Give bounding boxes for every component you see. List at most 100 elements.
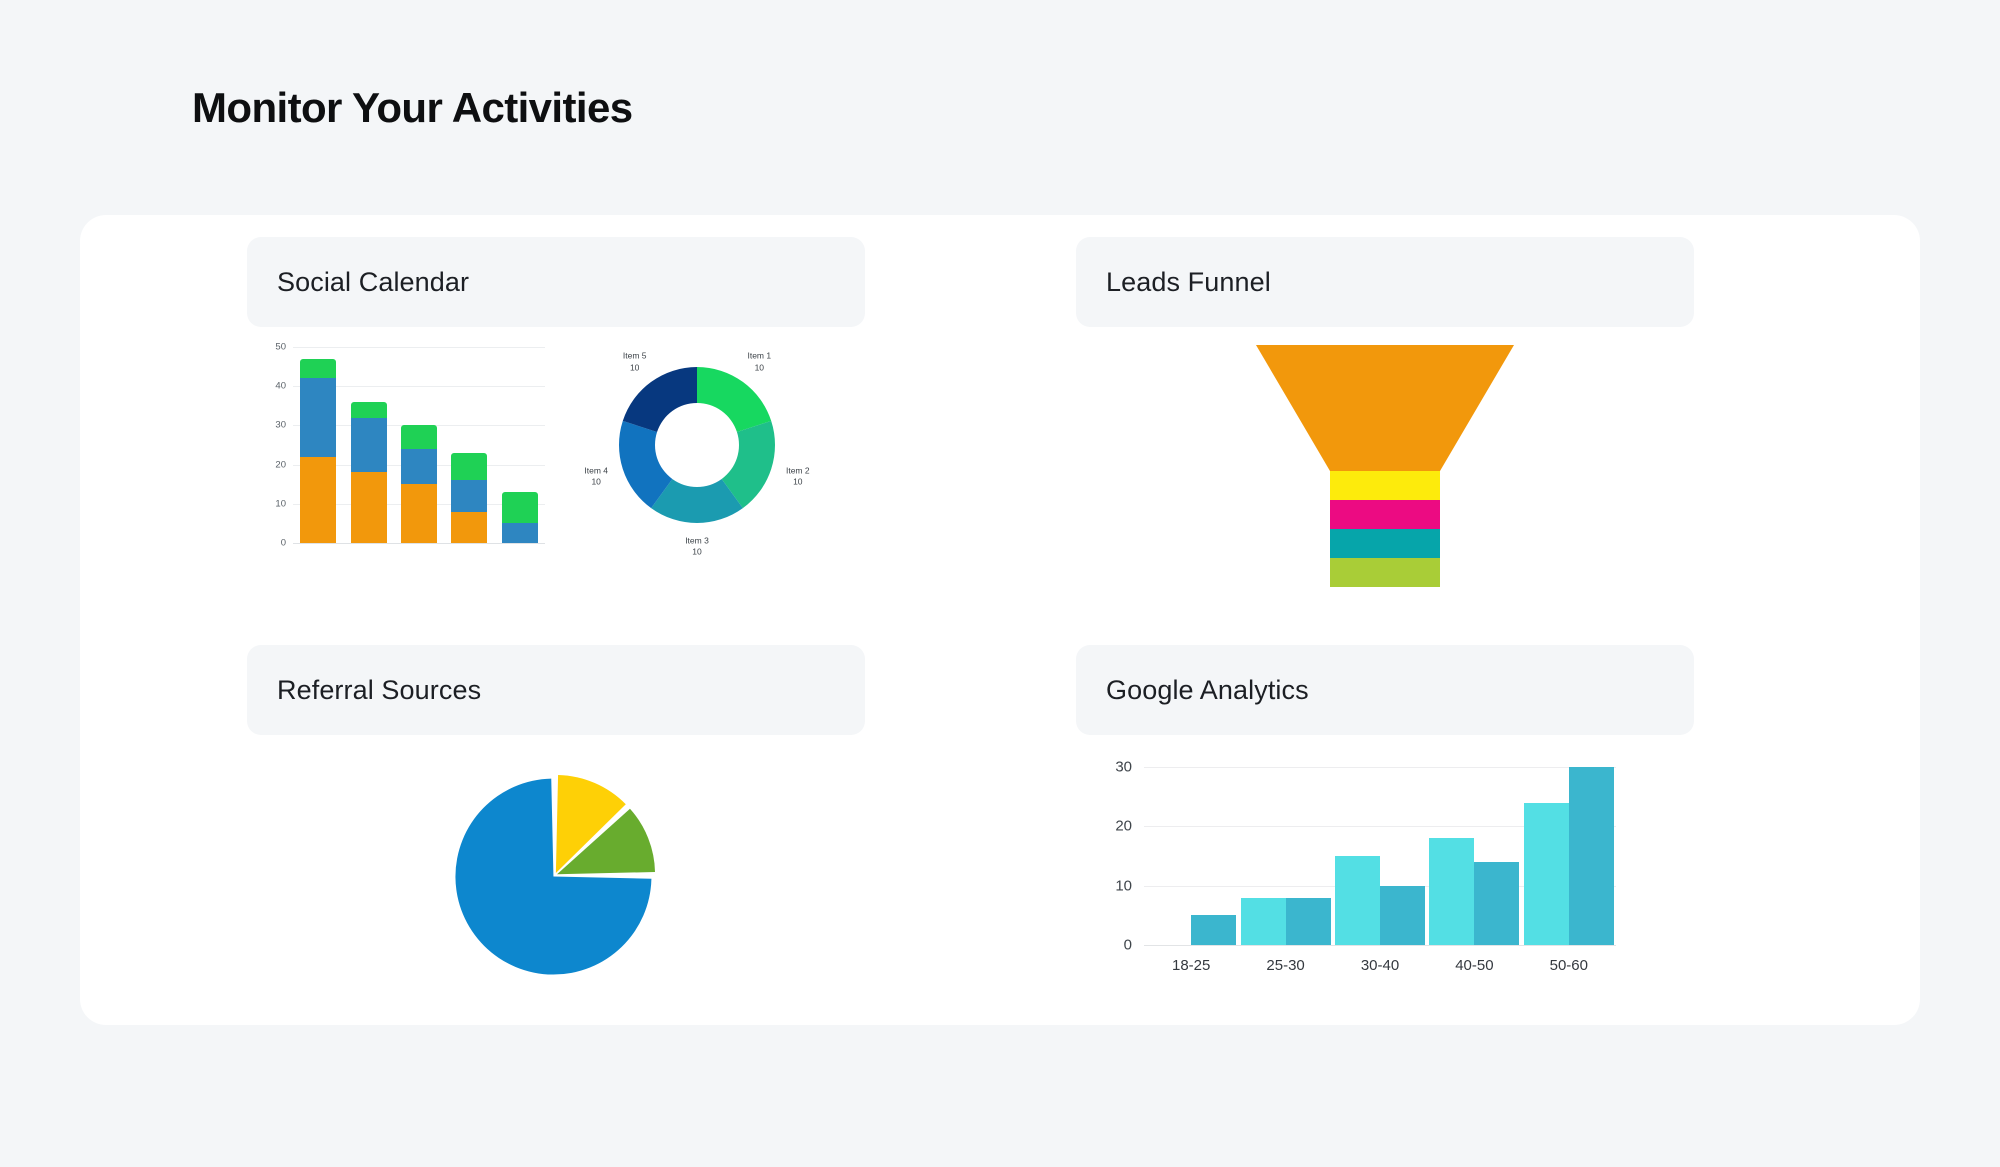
stacked-bar-plot-area: 0 10 20 30 40 50 Item 1 Item 2 Item 3 Item 4 Item …	[275, 342, 545, 549]
donut-label: Item 2 10	[786, 465, 810, 488]
stacked-bar-segment	[401, 484, 437, 543]
stacked-bar-segment	[300, 456, 337, 543]
card-body-social-calendar: 01020304050Item 1Item 2Item 3Item 4Item …	[247, 327, 865, 617]
bar-group: 25-30	[1240, 767, 1331, 974]
stacked-bar-segment	[300, 358, 337, 379]
bar[interactable]	[1380, 885, 1425, 945]
donut-svg	[619, 367, 775, 523]
card-header-social-calendar: Social Calendar	[247, 237, 865, 327]
y-axis-tick-label: 20	[1115, 817, 1132, 835]
funnel-svg	[1256, 345, 1514, 587]
bar-group: 40-50	[1429, 767, 1520, 974]
funnel-stage[interactable]	[1330, 471, 1440, 500]
y-axis-tick-label: 50	[275, 341, 286, 353]
bar[interactable]	[1523, 802, 1569, 945]
referral-sources-pie-chart[interactable]	[247, 735, 865, 1025]
stacked-bar-segment	[350, 417, 387, 473]
funnel-stage[interactable]	[1256, 345, 1514, 471]
card-title: Referral Sources	[277, 674, 482, 705]
y-axis-tick-label: 30	[275, 419, 286, 431]
bar-group: 18-25	[1146, 767, 1237, 974]
card-title: Leads Funnel	[1106, 266, 1271, 297]
donut-label: Item 4 10	[584, 465, 608, 488]
donut-slice-label: Item 1	[747, 351, 772, 361]
card-leads-funnel[interactable]: Leads Funnel	[1076, 237, 1694, 617]
bar[interactable]	[1191, 915, 1237, 945]
stacked-bar-segment	[451, 452, 488, 481]
x-axis-tick-label: 25-30	[1266, 957, 1305, 974]
google-analytics-bar-chart[interactable]: 0 10 20 30 18-25 25-30 30-40 40-50 50-60	[1076, 735, 1694, 1025]
google-analytics-plot-area: 0 10 20 30 18-25 25-30 30-40 40-50 50-60	[1115, 759, 1616, 974]
bar[interactable]	[1474, 861, 1520, 945]
stacked-bar-segment	[401, 425, 437, 449]
y-axis-tick-label: 20	[275, 459, 286, 471]
donut-slice[interactable]	[622, 367, 697, 433]
y-axis-tick-label: 40	[275, 380, 286, 392]
gridline: 50	[275, 342, 545, 353]
leads-funnel-chart[interactable]	[1076, 327, 1694, 617]
stacked-bar[interactable]: Item 1	[300, 358, 337, 543]
x-axis-tick-label: 40-50	[1455, 957, 1494, 974]
stacked-bar-segment	[401, 448, 437, 485]
card-body-google-analytics: 0 10 20 30 18-25 25-30 30-40 40-50 50-60	[1076, 735, 1694, 1025]
card-title: Google Analytics	[1106, 674, 1309, 705]
y-axis-tick-label: 0	[280, 537, 286, 549]
gridline: 0	[281, 538, 545, 549]
x-axis-tick-label: 50-60	[1549, 957, 1588, 974]
card-title: Social Calendar	[277, 266, 470, 297]
bar[interactable]	[1285, 897, 1331, 945]
social-calendar-charts: 01020304050Item 1Item 2Item 3Item 4Item …	[247, 327, 865, 617]
bar[interactable]	[1568, 767, 1614, 945]
donut-slice-value: 10	[793, 476, 803, 487]
dashboard-page: Monitor Your Activities Social Calendar …	[0, 0, 2000, 1167]
donut-slice-label: Item 2	[785, 465, 810, 476]
stacked-bar-segment	[300, 378, 337, 457]
y-axis-tick-label: 30	[1115, 758, 1132, 776]
card-social-calendar[interactable]: Social Calendar 01020304050Item 1Item 2I…	[247, 237, 865, 617]
y-axis-tick-label: 10	[275, 498, 286, 510]
stacked-bar-segment	[350, 401, 387, 418]
social-calendar-donut-chart[interactable]: Item 1 10 Item 2 10 Item 3 10 Item 4 10 Item 5 10	[547, 335, 847, 585]
stacked-bar-segment	[451, 511, 488, 543]
card-body-referral-sources	[247, 735, 865, 1025]
bar[interactable]	[1335, 856, 1380, 945]
stacked-bar[interactable]: Item 2	[350, 401, 387, 543]
donut-label: Item 1 10	[747, 351, 771, 374]
funnel-stage[interactable]	[1330, 529, 1440, 558]
card-header-leads-funnel: Leads Funnel	[1076, 237, 1694, 327]
y-axis-tick-label: 0	[1123, 936, 1132, 954]
x-axis-tick-label: 18-25	[1172, 957, 1211, 974]
bar-group: 30-40	[1335, 767, 1425, 974]
stacked-bar[interactable]: Item 5	[501, 492, 538, 543]
bar[interactable]	[1240, 897, 1286, 945]
bar-group: 50-60	[1523, 767, 1614, 974]
funnel-stage[interactable]	[1330, 558, 1440, 587]
donut-label: Item 5 10	[623, 351, 647, 374]
y-axis-tick-label: 10	[1115, 877, 1132, 895]
card-header-referral-sources: Referral Sources	[247, 645, 865, 735]
stacked-bar-segment	[501, 523, 538, 543]
card-header-google-analytics: Google Analytics	[1076, 645, 1694, 735]
stacked-bar[interactable]: Item 4	[451, 452, 488, 543]
donut-slice-value: 10	[591, 476, 601, 487]
funnel-stage[interactable]	[1330, 500, 1440, 529]
donut-slice[interactable]	[697, 367, 772, 433]
donut-slice-value: 10	[629, 362, 640, 373]
gridline: 0	[1124, 937, 1616, 954]
donut-slice-value: 10	[692, 547, 702, 557]
x-axis-tick-label: 30-40	[1360, 957, 1400, 974]
donut-slice-label: Item 5	[622, 351, 647, 361]
stacked-bar-segment	[451, 480, 488, 512]
social-calendar-stacked-bar-chart[interactable]: 0 10 20 30 40 50 Item 1 Item 2 Item 3 Item 4 Item …	[255, 339, 555, 589]
stacked-bar[interactable]: Item 3	[401, 425, 437, 543]
stacked-bar-segment	[350, 472, 387, 543]
donut-slice-label: Item 3	[685, 535, 709, 546]
pie-svg	[455, 775, 656, 975]
bar[interactable]	[1429, 838, 1475, 945]
card-google-analytics[interactable]: Google Analytics 0 10 20 30 18-25 25-30 30-40 4…	[1076, 645, 1694, 1025]
card-referral-sources[interactable]: Referral Sources	[247, 645, 865, 1025]
donut-slice-label: Item 4	[584, 465, 608, 476]
page-title: Monitor Your Activities	[192, 84, 633, 131]
dashboard-panel: Social Calendar 01020304050Item 1Item 2I…	[80, 215, 1920, 1025]
stacked-bar-segment	[501, 492, 538, 524]
